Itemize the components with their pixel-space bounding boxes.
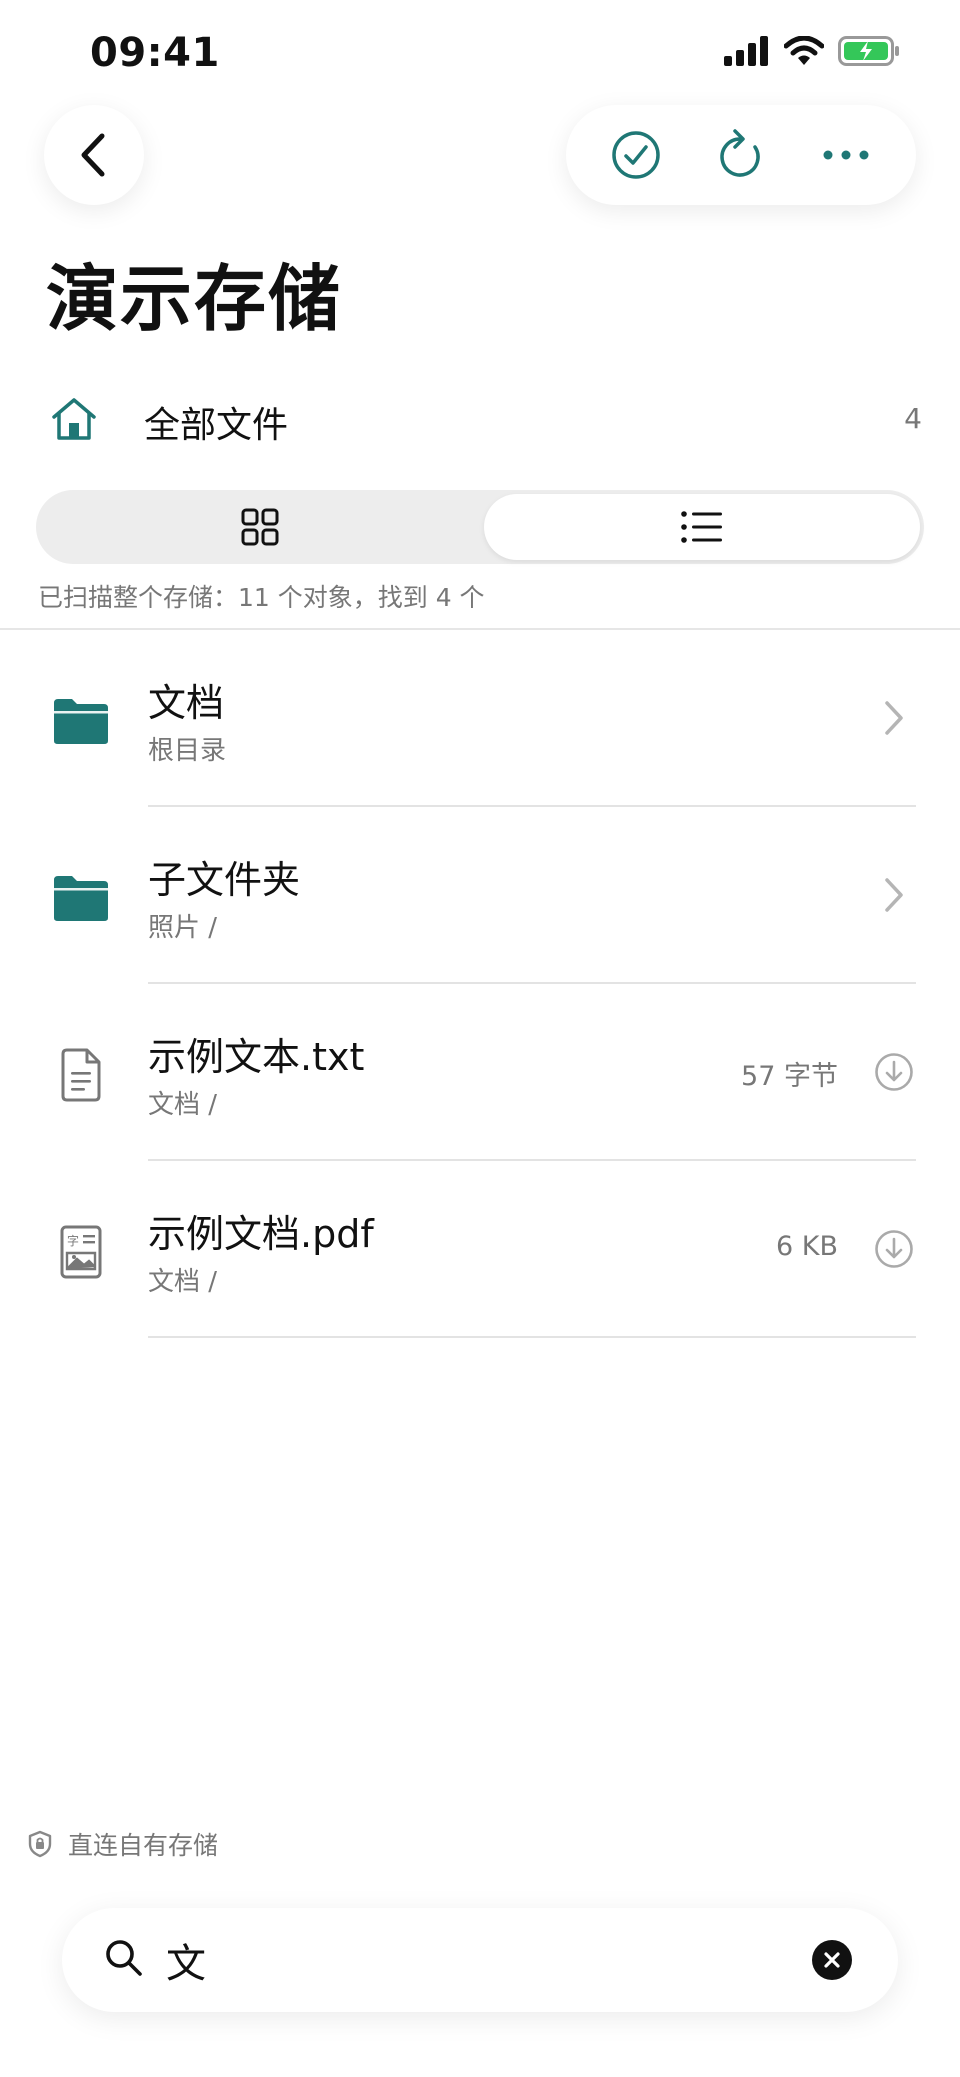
home-icon: [50, 396, 98, 446]
item-name: 示例文档.pdf: [148, 1212, 374, 1256]
folder-icon: [50, 690, 112, 752]
row-divider: [148, 1336, 916, 1338]
search-icon: [104, 1938, 144, 1982]
signal-icon: [724, 36, 768, 66]
all-files-breadcrumb[interactable]: 全部文件 4: [0, 380, 960, 460]
status-icons: [724, 36, 900, 66]
item-name: 示例文本.txt: [148, 1035, 365, 1079]
item-size: 6 KB: [776, 1231, 838, 1262]
more-button[interactable]: [806, 115, 886, 195]
item-path: 文档 /: [148, 1090, 218, 1120]
item-size: 57 字节: [741, 1061, 838, 1092]
item-path: 文档 /: [148, 1267, 218, 1297]
all-files-label: 全部文件: [144, 405, 289, 446]
list-view-button[interactable]: [484, 494, 920, 560]
back-button[interactable]: [44, 105, 144, 205]
file-list: 文档 根目录 子文件夹 照片 / 示例文本.txt 文档 / 57 字节 字 示…: [0, 630, 960, 1338]
download-icon[interactable]: [872, 1227, 916, 1271]
item-name: 文档: [148, 681, 225, 725]
item-path: 照片 /: [148, 913, 218, 943]
refresh-button[interactable]: [701, 115, 781, 195]
top-action-group: [566, 105, 916, 205]
search-input[interactable]: [166, 1928, 786, 1992]
grid-view-button[interactable]: [40, 494, 480, 560]
text-file-icon: [50, 1044, 112, 1106]
chevron-right-icon: [872, 873, 916, 917]
battery-icon: [838, 36, 899, 66]
list-item[interactable]: 字 示例文档.pdf 文档 / 6 KB: [0, 1161, 960, 1338]
pdf-file-icon: 字: [50, 1221, 112, 1283]
page-title: 演示存储: [46, 257, 343, 341]
check-circle-icon: [612, 131, 661, 179]
download-icon[interactable]: [872, 1050, 916, 1094]
clear-search-button[interactable]: [812, 1940, 852, 1980]
close-icon: [824, 1952, 840, 1968]
list-item[interactable]: 子文件夹 照片 /: [0, 807, 960, 984]
file-count: 4: [904, 402, 922, 435]
list-icon: [681, 511, 722, 543]
shield-lock-icon: [28, 1830, 52, 1858]
view-mode-toggle: [36, 490, 924, 564]
direct-storage-label: 直连自有存储: [68, 1831, 219, 1860]
select-button[interactable]: [596, 115, 676, 195]
status-bar: 09:41: [0, 0, 960, 110]
refresh-icon: [720, 129, 760, 177]
chevron-right-icon: [872, 696, 916, 740]
item-name: 子文件夹: [148, 858, 301, 902]
search-bar: [62, 1908, 898, 2012]
chevron-left-icon: [81, 133, 105, 177]
direct-storage-note: 直连自有存储: [28, 1826, 218, 1862]
item-path: 根目录: [148, 736, 227, 766]
wifi-icon: [784, 36, 824, 65]
more-dots-icon: [823, 150, 869, 160]
list-item[interactable]: 文档 根目录: [0, 630, 960, 807]
svg-text:字: 字: [67, 1233, 79, 1248]
folder-icon: [50, 867, 112, 929]
grid-icon: [241, 508, 279, 546]
scan-summary: 已扫描整个存储：11 个对象，找到 4 个: [38, 583, 485, 612]
status-time: 09:41: [90, 30, 220, 76]
list-item[interactable]: 示例文本.txt 文档 / 57 字节: [0, 984, 960, 1161]
